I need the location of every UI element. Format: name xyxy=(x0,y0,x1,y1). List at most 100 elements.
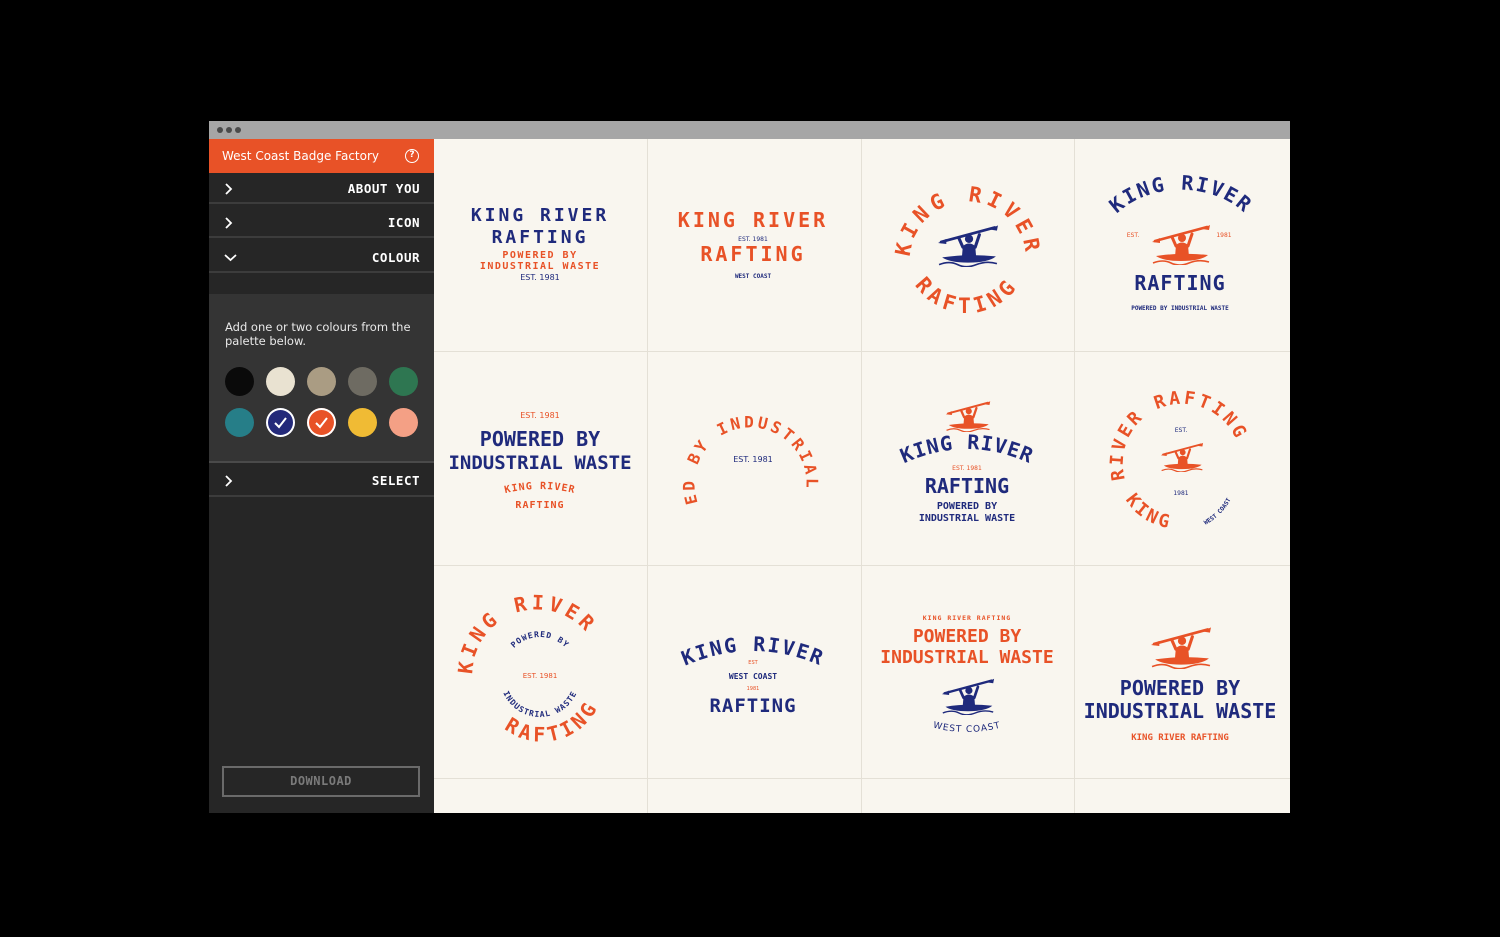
badge-tagline: INDUSTRIAL WASTE xyxy=(480,261,600,272)
window-dot-icon[interactable] xyxy=(235,127,241,133)
badge-subtitle: INDUSTRIAL WASTE xyxy=(448,452,631,474)
colour-swatch[interactable] xyxy=(348,367,377,396)
badge-tagline: KING RIVER RAFTING xyxy=(923,614,1011,622)
badge-location: WEST COAST xyxy=(1203,497,1233,527)
chevron-down-icon xyxy=(224,242,237,273)
badge-card[interactable]: EST. 1981 POWERED BY INDUSTRIAL WASTE KI… xyxy=(434,352,647,565)
badge-grid: KING RIVER RAFTING POWERED BY INDUSTRIAL… xyxy=(434,139,1290,813)
badge-title: POWERED BY xyxy=(1120,676,1240,700)
badge-arc-subtitle: RAFTING xyxy=(911,272,1019,317)
svg-text:RAFTING: RAFTING xyxy=(911,272,1024,317)
badge-tagline: RAFTING xyxy=(515,500,564,511)
badge-ring-text: POWERED BY INDUSTRIAL WASTE xyxy=(647,352,819,507)
accordion-label: SELECT xyxy=(371,473,420,488)
svg-text:WEST COAST: WEST COAST xyxy=(1203,497,1233,527)
checkmark-icon xyxy=(274,417,287,429)
badge-title: KING RIVER xyxy=(471,205,609,226)
colour-instructions: Add one or two colours from the palette … xyxy=(225,320,411,348)
kayaker-icon xyxy=(1152,225,1210,265)
app-title: West Coast Badge Factory xyxy=(222,149,380,163)
accordion-select[interactable]: SELECT xyxy=(209,465,434,497)
badge-est: EST. 1981 xyxy=(520,273,560,282)
kayaker-icon xyxy=(1151,627,1211,668)
badge-card[interactable]: KING RIVER EST. 1981 RAFTING POWERED BY … xyxy=(1074,139,1287,352)
svg-text:POWERED BY: POWERED BY xyxy=(509,630,571,650)
badge-card[interactable]: KING RIVER RAFTING xyxy=(861,139,1074,352)
colour-swatch[interactable] xyxy=(225,408,254,437)
badge-year: 1981 xyxy=(1173,490,1188,497)
badge-arc-title: KING RIVER xyxy=(897,430,1037,468)
window-dot-icon[interactable] xyxy=(226,127,232,133)
badge-tagline: KING RIVER RAFTING xyxy=(1131,733,1229,743)
badge-card[interactable]: KING RIVER EST WEST COAST 1981 RAFTING xyxy=(647,565,860,778)
badge-arc-title: KING RIVER xyxy=(1105,171,1256,218)
badge-tagline: POWERED BY xyxy=(937,501,997,512)
badge-card[interactable]: KING RIVER EST. 1981 RAFTING WEST COAST xyxy=(647,139,860,352)
colour-swatch[interactable] xyxy=(266,367,295,396)
badge-card[interactable]: POWERED BY INDUSTRIAL WASTE KING RIVER R… xyxy=(1074,565,1287,778)
svg-text:POWERED BY INDUSTRIAL WASTE: POWERED BY INDUSTRIAL WASTE xyxy=(647,352,822,507)
badge-subtitle: RAFTING xyxy=(492,227,589,248)
window-titlebar xyxy=(209,121,1290,139)
badge-est: EST xyxy=(748,660,758,666)
help-icon[interactable]: ? xyxy=(405,149,419,163)
badge-title: POWERED BY xyxy=(913,626,1022,647)
app-header: West Coast Badge Factory ? xyxy=(209,139,434,173)
badge-card[interactable]: KING RIVER RAFTING POWERED BY INDUSTRIAL… xyxy=(434,565,647,778)
chevron-right-icon xyxy=(224,173,233,204)
colour-swatch[interactable] xyxy=(266,408,295,437)
colour-swatch[interactable] xyxy=(348,408,377,437)
colour-swatch[interactable] xyxy=(307,367,336,396)
kayaker-icon xyxy=(946,401,990,432)
colour-swatch[interactable] xyxy=(307,408,336,437)
badge-card[interactable]: POWERED BY INDUSTRIAL WASTE EST. 1981 xyxy=(647,352,860,565)
colour-swatch[interactable] xyxy=(389,408,418,437)
badge-location: WEST COAST xyxy=(729,672,777,681)
badge-est: EST. 1981 xyxy=(523,672,558,680)
colour-swatch[interactable] xyxy=(389,367,418,396)
svg-text:KING RIVER: KING RIVER xyxy=(1105,171,1258,218)
badge-arc-subtitle: KING xyxy=(1121,490,1171,534)
badge-card[interactable]: RIVER RAFTING KING WEST COAST EST. 1981 xyxy=(1074,352,1287,565)
accordion-about-you[interactable]: ABOUT YOU xyxy=(209,173,434,204)
colour-panel: Add one or two colours from the palette … xyxy=(209,294,434,463)
badge-est: EST. 1981 xyxy=(733,455,773,464)
colour-swatch[interactable] xyxy=(225,367,254,396)
badge-subtitle: RAFTING xyxy=(709,695,796,717)
badge-card[interactable]: KING RIVER RAFTING POWERED BY INDUSTRIAL… xyxy=(434,139,647,352)
window-dot-icon[interactable] xyxy=(217,127,223,133)
badge-tagline: POWERED BY INDUSTRIAL WASTE xyxy=(1131,305,1229,312)
svg-text:KING RIVER: KING RIVER xyxy=(504,481,577,496)
badge-card[interactable]: KING RIVER EST. 1981 RAFTING POWERED BY … xyxy=(861,352,1074,565)
badge-year: 1981 xyxy=(747,686,760,692)
kayaker-icon xyxy=(938,225,998,266)
badge-subtitle: INDUSTRIAL WASTE xyxy=(1084,699,1277,723)
badge-location: WEST COAST xyxy=(735,273,772,280)
accordion-colour[interactable]: COLOUR xyxy=(209,242,434,273)
badge-tagline: POWERED BY xyxy=(502,250,577,261)
kayaker-icon xyxy=(1161,443,1203,472)
badge-tagline: KING RIVER xyxy=(504,481,576,496)
badge-subtitle: RAFTING xyxy=(925,474,1009,498)
badge-est: EST. xyxy=(1127,232,1140,239)
badge-tagline: INDUSTRIAL WASTE xyxy=(919,513,1015,524)
sidebar: West Coast Badge Factory ? ABOUT YOU ICO… xyxy=(209,139,434,813)
chevron-right-icon xyxy=(224,207,233,238)
accordion-label: COLOUR xyxy=(371,250,420,265)
chevron-right-icon xyxy=(224,465,233,496)
badge-est: EST. 1981 xyxy=(952,465,982,472)
badge-est: EST. 1981 xyxy=(520,411,560,420)
badge-inner-arc: POWERED BY xyxy=(509,630,570,650)
checkmark-icon xyxy=(315,417,328,429)
svg-text:KING RIVER: KING RIVER xyxy=(897,430,1038,468)
badge-subtitle: RAFTING xyxy=(1134,271,1225,295)
accordion-label: ICON xyxy=(387,215,420,230)
accordion-label: ABOUT YOU xyxy=(347,181,420,196)
download-button[interactable]: DOWNLOAD xyxy=(222,766,420,797)
badge-title: POWERED BY xyxy=(480,427,600,451)
accordion-icon[interactable]: ICON xyxy=(209,207,434,238)
badge-est: EST. xyxy=(1175,427,1188,434)
badge-location: WEST COAST xyxy=(932,721,1001,735)
badge-year: 1981 xyxy=(1216,232,1231,239)
badge-card[interactable]: KING RIVER RAFTING POWERED BY INDUSTRIAL… xyxy=(861,565,1074,778)
